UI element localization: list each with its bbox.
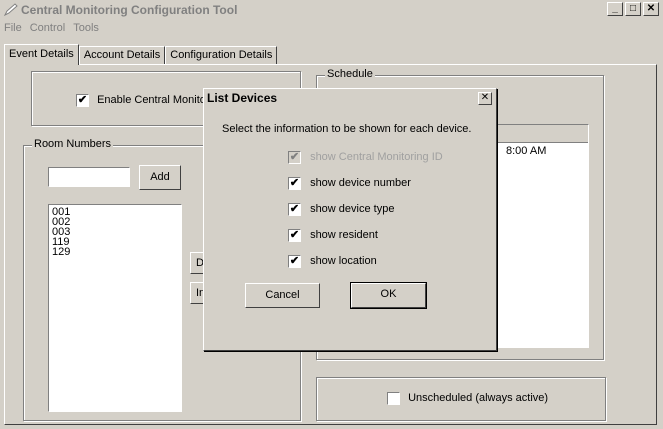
cancel-button[interactable]: Cancel bbox=[245, 283, 320, 308]
room-number-input[interactable] bbox=[48, 167, 130, 187]
menu-file[interactable]: File bbox=[0, 22, 26, 38]
minimize-button[interactable]: _ bbox=[607, 2, 623, 16]
schedule-entry[interactable]: 8:00 AM bbox=[506, 145, 546, 157]
list-devices-dialog: List Devices ✕ Select the information to… bbox=[203, 88, 497, 351]
option-label: show location bbox=[310, 255, 377, 268]
title-bar[interactable]: Central Monitoring Configuration Tool _ … bbox=[0, 0, 663, 20]
menu-control[interactable]: Control bbox=[26, 22, 69, 38]
enable-central-monitor-checkbox[interactable]: ✔ bbox=[76, 94, 89, 107]
central-monitoring-id-checkbox: ✔ bbox=[288, 151, 301, 164]
tab-event-details[interactable]: Event Details bbox=[4, 44, 79, 65]
list-item[interactable]: 001 bbox=[52, 207, 181, 218]
resident-checkbox[interactable]: ✔ bbox=[288, 229, 301, 242]
menu-bar: File Control Tools bbox=[0, 22, 103, 38]
tab-configuration-details[interactable]: Configuration Details bbox=[165, 46, 278, 64]
dialog-close-button[interactable]: ✕ bbox=[478, 92, 492, 105]
tab-strip: Event Details Account Details Configurat… bbox=[4, 44, 278, 65]
option-label: show resident bbox=[310, 229, 378, 242]
ok-button[interactable]: OK bbox=[350, 282, 427, 309]
dialog-title: List Devices bbox=[207, 91, 278, 105]
dialog-instruction: Select the information to be shown for e… bbox=[222, 123, 472, 135]
list-item[interactable]: 002 bbox=[52, 217, 181, 228]
option-label: show device type bbox=[310, 203, 395, 216]
main-window: Central Monitoring Configuration Tool _ … bbox=[0, 0, 663, 429]
tab-account-details[interactable]: Account Details bbox=[78, 46, 166, 64]
option-central-monitoring-id: ✔ show Central Monitoring ID bbox=[288, 151, 443, 164]
maximize-button[interactable]: □ bbox=[625, 2, 641, 16]
menu-tools[interactable]: Tools bbox=[69, 22, 103, 38]
add-button[interactable]: Add bbox=[139, 165, 181, 190]
option-device-number[interactable]: ✔ show device number bbox=[288, 177, 411, 190]
option-resident[interactable]: ✔ show resident bbox=[288, 229, 378, 242]
unscheduled-label: Unscheduled (always active) bbox=[408, 392, 549, 405]
room-numbers-title: Room Numbers bbox=[32, 138, 114, 150]
list-item[interactable]: 119 bbox=[52, 237, 181, 248]
location-checkbox[interactable]: ✔ bbox=[288, 255, 301, 268]
option-device-type[interactable]: ✔ show device type bbox=[288, 203, 394, 216]
unscheduled-checkbox[interactable] bbox=[387, 392, 400, 405]
list-item[interactable]: 129 bbox=[52, 247, 181, 258]
pencil-icon bbox=[3, 3, 19, 17]
schedule-title: Schedule bbox=[325, 68, 375, 80]
room-list[interactable]: 001 002 003 119 129 bbox=[48, 204, 182, 412]
close-button[interactable]: ✕ bbox=[643, 2, 659, 16]
device-type-checkbox[interactable]: ✔ bbox=[288, 203, 301, 216]
list-item[interactable]: 003 bbox=[52, 227, 181, 238]
enable-central-monitor-label: Enable Central Monitor bbox=[97, 94, 210, 107]
unscheduled-group: Unscheduled (always active) bbox=[316, 377, 606, 421]
dialog-title-bar[interactable]: List Devices bbox=[205, 90, 495, 107]
device-number-checkbox[interactable]: ✔ bbox=[288, 177, 301, 190]
option-label: show Central Monitoring ID bbox=[310, 151, 443, 164]
option-label: show device number bbox=[310, 177, 411, 190]
option-location[interactable]: ✔ show location bbox=[288, 255, 377, 268]
window-title: Central Monitoring Configuration Tool bbox=[21, 3, 238, 17]
